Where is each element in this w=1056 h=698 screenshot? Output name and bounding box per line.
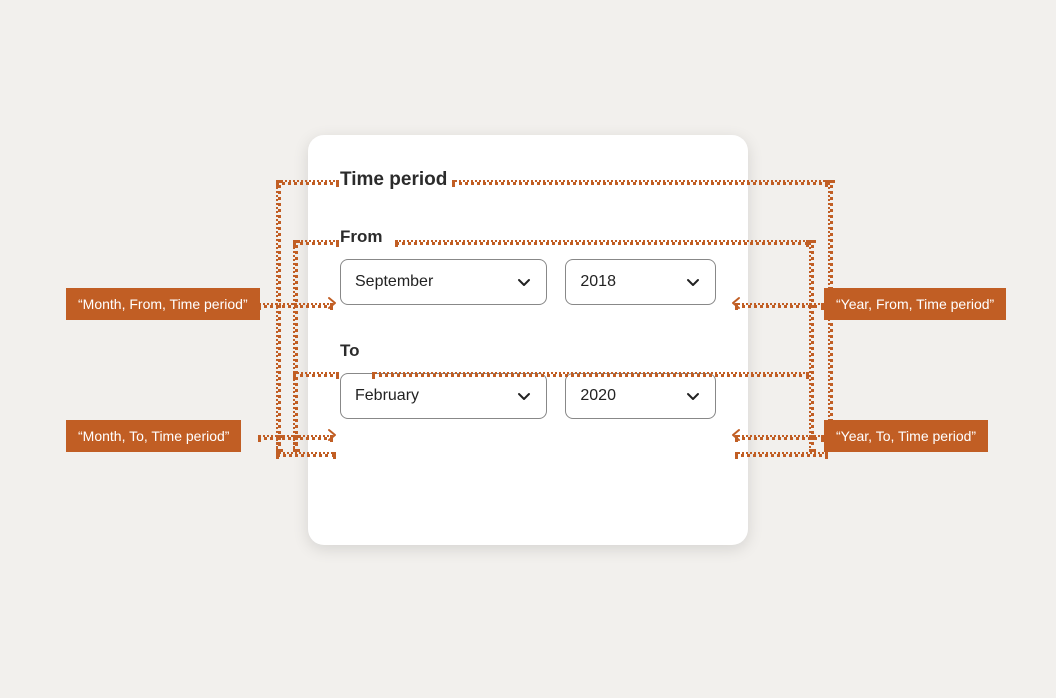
arrow-right-icon <box>326 428 340 442</box>
from-month-value: September <box>355 273 433 291</box>
arrow-left-icon <box>728 428 742 442</box>
chevron-down-icon <box>516 274 532 290</box>
to-month-select[interactable]: February <box>340 373 547 419</box>
to-year-value: 2020 <box>580 387 616 405</box>
dashed-line <box>276 452 336 457</box>
from-group: From September 2018 <box>340 227 716 305</box>
dashed-line <box>293 435 298 452</box>
dashed-line <box>276 180 339 185</box>
from-year-select[interactable]: 2018 <box>565 259 716 305</box>
to-month-value: February <box>355 387 419 405</box>
dashed-line <box>395 240 809 245</box>
from-year-value: 2018 <box>580 273 616 291</box>
to-row: February 2020 <box>340 373 716 419</box>
dashed-line <box>735 303 824 308</box>
to-label: To <box>340 341 716 361</box>
annotation-to-month: “Month, To, Time period” <box>66 420 241 452</box>
dashed-line <box>809 435 814 452</box>
dashed-line <box>276 435 281 452</box>
chevron-down-icon <box>685 274 701 290</box>
from-row: September 2018 <box>340 259 716 305</box>
dashed-line <box>372 372 809 377</box>
to-year-select[interactable]: 2020 <box>565 373 716 419</box>
dashed-line <box>809 240 814 440</box>
from-month-select[interactable]: September <box>340 259 547 305</box>
dashed-line <box>293 240 298 452</box>
chevron-down-icon <box>516 388 532 404</box>
dashed-line <box>258 303 333 308</box>
dashed-line <box>293 240 339 245</box>
dashed-line <box>276 180 281 452</box>
to-group: To February 2020 <box>340 341 716 419</box>
time-period-card: Time period From September 2018 To Febr <box>308 135 748 545</box>
chevron-down-icon <box>685 388 701 404</box>
annotation-from-year: “Year, From, Time period” <box>824 288 1006 320</box>
dashed-line <box>452 180 828 185</box>
annotation-from-month: “Month, From, Time period” <box>66 288 260 320</box>
arrow-right-icon <box>326 296 340 310</box>
annotation-to-year: “Year, To, Time period” <box>824 420 988 452</box>
arrow-left-icon <box>728 296 742 310</box>
dashed-line <box>293 372 339 377</box>
dashed-line <box>735 452 828 457</box>
dashed-line <box>828 180 833 440</box>
